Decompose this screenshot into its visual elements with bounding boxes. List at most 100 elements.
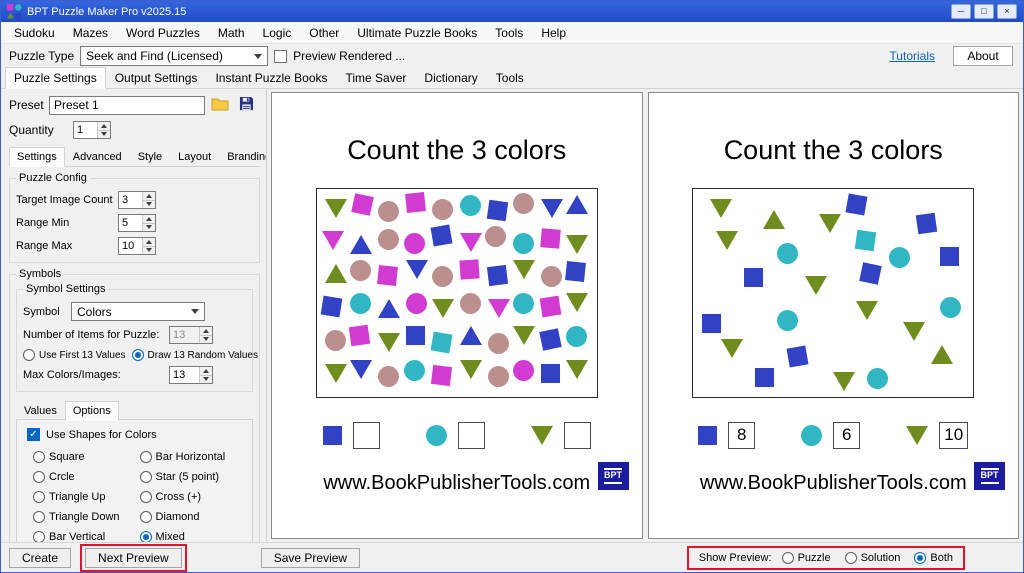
tutorials-link[interactable]: Tutorials (889, 49, 935, 63)
symbol-settings-group: Symbol Settings Symbol Colors Number of … (16, 289, 253, 392)
menu-item-math[interactable]: Math (209, 23, 254, 43)
tab-settings[interactable]: Settings (9, 147, 65, 167)
radio-draw-random-values[interactable]: Draw 13 Random Values (132, 349, 258, 361)
checkbox-checked-icon[interactable] (27, 428, 40, 441)
spin-down-icon[interactable] (143, 201, 155, 209)
next-preview-button[interactable]: Next Preview (85, 548, 182, 568)
about-button[interactable]: About (953, 46, 1013, 66)
spin-up-icon[interactable] (143, 238, 155, 247)
radio-shape-bar-vertical[interactable]: Bar Vertical (33, 531, 140, 542)
minimize-button[interactable]: ─ (951, 4, 971, 19)
use-shapes-label: Use Shapes for Colors (46, 429, 157, 441)
target-image-count-label: Target Image Count (16, 194, 118, 206)
tab-dictionary[interactable]: Dictionary (415, 67, 486, 89)
radio-shape-mixed[interactable]: Mixed (140, 531, 247, 542)
menu-item-tools[interactable]: Tools (486, 23, 532, 43)
radio-shape-diamond[interactable]: Diamond (140, 511, 247, 523)
teal-circle-shape (777, 310, 798, 331)
radio-shape-star-5-point[interactable]: Star (5 point) (140, 471, 247, 483)
radio-icon (33, 471, 45, 483)
max-colors-label: Max Colors/Images: (23, 369, 169, 381)
radio-shape-cross[interactable]: Cross (+) (140, 491, 247, 503)
radio-shape-bar-horizontal[interactable]: Bar Horizontal (140, 451, 247, 463)
maximize-button[interactable]: □ (974, 4, 994, 19)
titlebar[interactable]: BPT Puzzle Maker Pro v2025.15 ─ □ × (1, 1, 1023, 22)
range-min-label: Range Min (16, 217, 118, 229)
tab-tools[interactable]: Tools (487, 67, 533, 89)
radio-shape-triangle-down[interactable]: Triangle Down (33, 511, 140, 523)
save-preset-button[interactable] (235, 95, 257, 115)
preset-label: Preset (9, 98, 45, 112)
close-button[interactable]: × (997, 4, 1017, 19)
app-icon (7, 4, 22, 19)
olive-triangle-down-shape (710, 199, 732, 218)
spin-up-icon[interactable] (200, 367, 212, 376)
puzzle-type-select[interactable]: Seek and Find (Licensed) (80, 46, 268, 66)
magenta-square-shape (405, 192, 426, 213)
radio-use-first-values[interactable]: Use First 13 Values (23, 349, 126, 361)
spin-down-icon[interactable] (200, 376, 212, 384)
spin-down-icon[interactable] (143, 224, 155, 232)
teal-circle-shape (513, 293, 534, 314)
puzzle-config-group: Puzzle Config Target Image Count 3 Range… (9, 178, 260, 263)
spin-up-icon[interactable] (143, 192, 155, 201)
olive-triangle-down-shape (903, 322, 925, 341)
radio-show-both[interactable]: Both (914, 552, 953, 564)
spin-up-icon[interactable] (143, 215, 155, 224)
app-window: BPT Puzzle Maker Pro v2025.15 ─ □ × Sudo… (0, 0, 1024, 573)
radio-show-solution[interactable]: Solution (845, 552, 901, 564)
menu-item-word-puzzles[interactable]: Word Puzzles (117, 23, 209, 43)
spin-down-icon[interactable] (143, 247, 155, 255)
symbol-select[interactable]: Colors (71, 302, 205, 321)
range-min-spinner[interactable]: 5 (118, 214, 156, 232)
tab-instant-puzzle-books[interactable]: Instant Puzzle Books (206, 67, 336, 89)
spin-down-icon[interactable] (98, 131, 110, 139)
use-shapes-checkbox-row[interactable]: Use Shapes for Colors (27, 428, 246, 441)
radio-shape-triangle-up[interactable]: Triangle Up (33, 491, 140, 503)
range-max-spinner[interactable]: 10 (118, 237, 156, 255)
menu-item-other[interactable]: Other (300, 23, 348, 43)
menu-item-mazes[interactable]: Mazes (64, 23, 117, 43)
max-colors-spinner[interactable]: 13 (169, 366, 213, 384)
spin-up-icon[interactable] (98, 122, 110, 131)
magenta-circle-shape (404, 233, 425, 254)
save-preview-button[interactable]: Save Preview (261, 548, 360, 568)
tab-branding[interactable]: Branding (219, 147, 267, 167)
radio-shape-square[interactable]: Square (33, 451, 140, 463)
tab-values[interactable]: Values (16, 401, 65, 421)
preview-rendered-checkbox[interactable] (274, 50, 287, 63)
create-button[interactable]: Create (9, 548, 71, 568)
olive-triangle-down-shape (325, 199, 347, 218)
bpt-logo: BPT (598, 462, 629, 490)
radio-show-puzzle[interactable]: Puzzle (782, 552, 831, 564)
tab-time-saver[interactable]: Time Saver (337, 67, 416, 89)
radio-shape-crcle[interactable]: Crcle (33, 471, 140, 483)
tab-advanced[interactable]: Advanced (65, 147, 130, 167)
menu-item-ultimate-puzzle-books[interactable]: Ultimate Puzzle Books (348, 23, 486, 43)
preset-input[interactable] (49, 96, 205, 115)
tab-output-settings[interactable]: Output Settings (106, 67, 207, 89)
quantity-label: Quantity (9, 123, 73, 137)
menu-item-help[interactable]: Help (532, 23, 575, 43)
blue-triangle-up-shape (460, 326, 482, 345)
olive-triangle-down-shape (566, 293, 588, 312)
tab-options[interactable]: Options (65, 401, 119, 421)
tab-layout[interactable]: Layout (170, 147, 219, 167)
tab-puzzle-settings[interactable]: Puzzle Settings (5, 67, 106, 89)
answer-box (564, 422, 591, 449)
menu-item-logic[interactable]: Logic (254, 23, 301, 43)
menu-item-sudoku[interactable]: Sudoku (5, 23, 64, 43)
open-preset-button[interactable] (209, 95, 231, 115)
olive-triangle-down-shape (460, 360, 482, 379)
olive-triangle-up-shape (325, 264, 347, 283)
blue-square-shape (702, 314, 721, 333)
magenta-square-shape (539, 296, 561, 318)
target-image-count-spinner[interactable]: 3 (118, 191, 156, 209)
magenta-square-shape (349, 325, 370, 346)
solution-title: Count the 3 colors (649, 135, 1019, 166)
quantity-spinner[interactable]: 1 (73, 121, 111, 139)
radio-icon (33, 451, 45, 463)
bpt-logo: BPT (974, 462, 1005, 490)
tab-style[interactable]: Style (130, 147, 170, 167)
blue-triangle-up-shape (566, 195, 588, 214)
